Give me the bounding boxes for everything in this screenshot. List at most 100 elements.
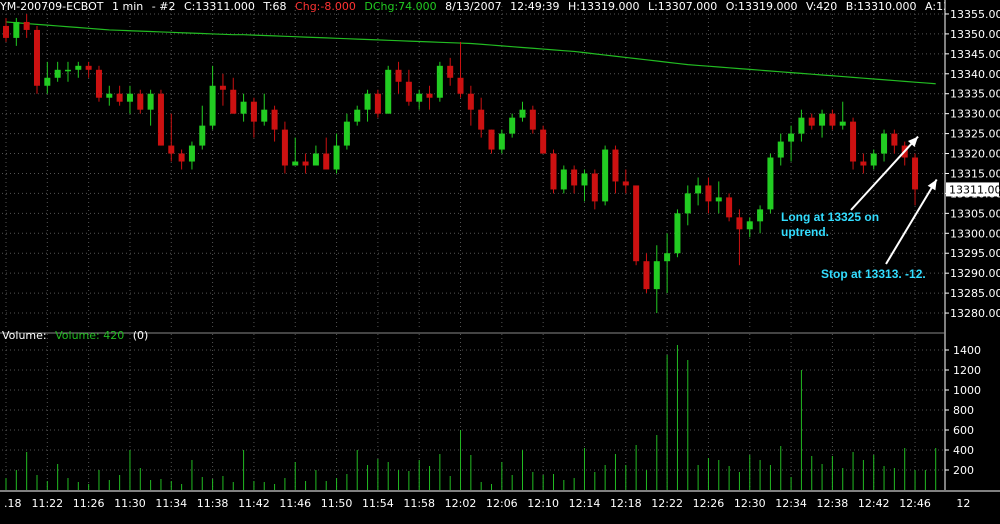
candle bbox=[757, 205, 764, 234]
volume-tick-label: 1400 bbox=[953, 344, 981, 357]
candle bbox=[281, 121, 288, 174]
change-value: Chg:-8.000 bbox=[295, 0, 356, 13]
time-tick-label: 11:22 bbox=[31, 497, 63, 510]
time-tick-label: 11:50 bbox=[321, 497, 353, 510]
candle bbox=[488, 129, 495, 154]
candle-body bbox=[302, 161, 309, 166]
stop-annotation-line-1: Stop at 13313. -12. bbox=[821, 267, 926, 281]
candle bbox=[726, 193, 733, 222]
candle-body bbox=[478, 109, 485, 130]
price-tick-label: 13295.00 bbox=[950, 247, 1000, 260]
time-tick-label: 11:46 bbox=[279, 497, 311, 510]
candle bbox=[416, 89, 423, 110]
time-tick-label: 12:46 bbox=[899, 497, 931, 510]
candle-body bbox=[395, 69, 402, 82]
candle bbox=[571, 165, 578, 194]
candle bbox=[250, 97, 257, 138]
time-tick-label: 12 bbox=[956, 497, 970, 510]
long-annotation: Long at 13325 on uptrend. bbox=[781, 210, 879, 240]
candle-body bbox=[467, 93, 474, 110]
candle-body bbox=[157, 93, 164, 146]
candle-body bbox=[250, 101, 257, 122]
candle-body bbox=[509, 117, 516, 134]
candle-body bbox=[137, 93, 144, 110]
candle bbox=[219, 73, 226, 106]
volume-tick-label: 1200 bbox=[953, 364, 981, 377]
candle-body bbox=[684, 193, 691, 214]
price-tick-label: 13285.00 bbox=[950, 287, 1000, 300]
candle-body bbox=[664, 253, 671, 262]
candle-body bbox=[622, 181, 629, 186]
price-tick-label: 13315.00 bbox=[950, 167, 1000, 180]
candle bbox=[860, 153, 867, 174]
bid-value: B:13310.000 bbox=[845, 0, 917, 13]
date-value: 8/13/2007 bbox=[445, 0, 502, 13]
candle bbox=[850, 117, 857, 170]
price-tick-label: 13325.00 bbox=[950, 128, 1000, 141]
time-tick-label: 11:58 bbox=[403, 497, 435, 510]
candle-body bbox=[870, 153, 877, 166]
time-tick-label: .18 bbox=[4, 497, 22, 510]
candle bbox=[395, 61, 402, 94]
moving-average bbox=[5, 21, 936, 85]
candle bbox=[519, 101, 526, 122]
daily-change-value: DChg:74.000 bbox=[364, 0, 437, 13]
candle-body bbox=[829, 113, 836, 126]
price-tick-label: 13350.00 bbox=[950, 28, 1000, 41]
candle-body bbox=[240, 101, 247, 114]
candle-body bbox=[75, 65, 82, 70]
chart-canvas[interactable]: 13280.00 13285.00 13290.00 13295.00 13300.00… bbox=[0, 0, 1000, 524]
candle-body bbox=[64, 69, 71, 72]
candle bbox=[312, 145, 319, 166]
stop-arrow bbox=[885, 178, 938, 265]
candle bbox=[374, 89, 381, 118]
candle-body bbox=[374, 93, 381, 114]
volume-tick-label: 1000 bbox=[953, 384, 981, 397]
candle bbox=[426, 85, 433, 110]
candle-body bbox=[519, 109, 526, 118]
candle-body bbox=[488, 129, 495, 150]
candle-body bbox=[147, 93, 154, 110]
candle-body bbox=[85, 65, 92, 70]
candle-body bbox=[850, 121, 857, 162]
time-tick-label: 12:10 bbox=[527, 497, 559, 510]
candle-body bbox=[95, 69, 102, 98]
candle bbox=[560, 165, 567, 194]
price-tick-label: 13280.00 bbox=[950, 307, 1000, 320]
candle-body bbox=[261, 109, 268, 122]
candle-body bbox=[602, 149, 609, 202]
candle bbox=[209, 65, 216, 130]
candle bbox=[839, 101, 846, 130]
chart-tag: - #2 bbox=[151, 0, 176, 13]
volume-pane-header: Volume: Volume: 420 (0) bbox=[2, 329, 153, 343]
candle-body bbox=[767, 157, 774, 210]
candle bbox=[457, 41, 464, 98]
candle-body bbox=[219, 85, 226, 90]
volume-extra: (0) bbox=[132, 329, 149, 342]
candle-body bbox=[612, 149, 619, 182]
volume-value: V:420 bbox=[805, 0, 838, 13]
candle bbox=[106, 85, 113, 106]
candle-body bbox=[364, 93, 371, 110]
candle-body bbox=[808, 117, 815, 126]
volume-tick-label: 200 bbox=[953, 464, 974, 477]
candle bbox=[292, 137, 299, 166]
chart-window: 13280.00 13285.00 13290.00 13295.00 13300.00… bbox=[0, 0, 1000, 524]
candle bbox=[891, 129, 898, 154]
time-value: 12:49:39 bbox=[510, 0, 560, 13]
candle bbox=[405, 69, 412, 106]
moving-average-line bbox=[5, 21, 936, 85]
candle-body bbox=[447, 65, 454, 78]
candle bbox=[622, 169, 629, 194]
candle-body bbox=[540, 129, 547, 154]
candle bbox=[498, 129, 505, 154]
time-tick-label: 12:14 bbox=[569, 497, 601, 510]
candle-body bbox=[736, 217, 743, 230]
candle bbox=[695, 177, 702, 206]
candle-body bbox=[529, 109, 536, 130]
candle bbox=[343, 113, 350, 150]
candle-body bbox=[726, 197, 733, 218]
candle-body bbox=[839, 121, 846, 126]
time-tick-label: 11:54 bbox=[362, 497, 394, 510]
candle-body bbox=[643, 261, 650, 290]
